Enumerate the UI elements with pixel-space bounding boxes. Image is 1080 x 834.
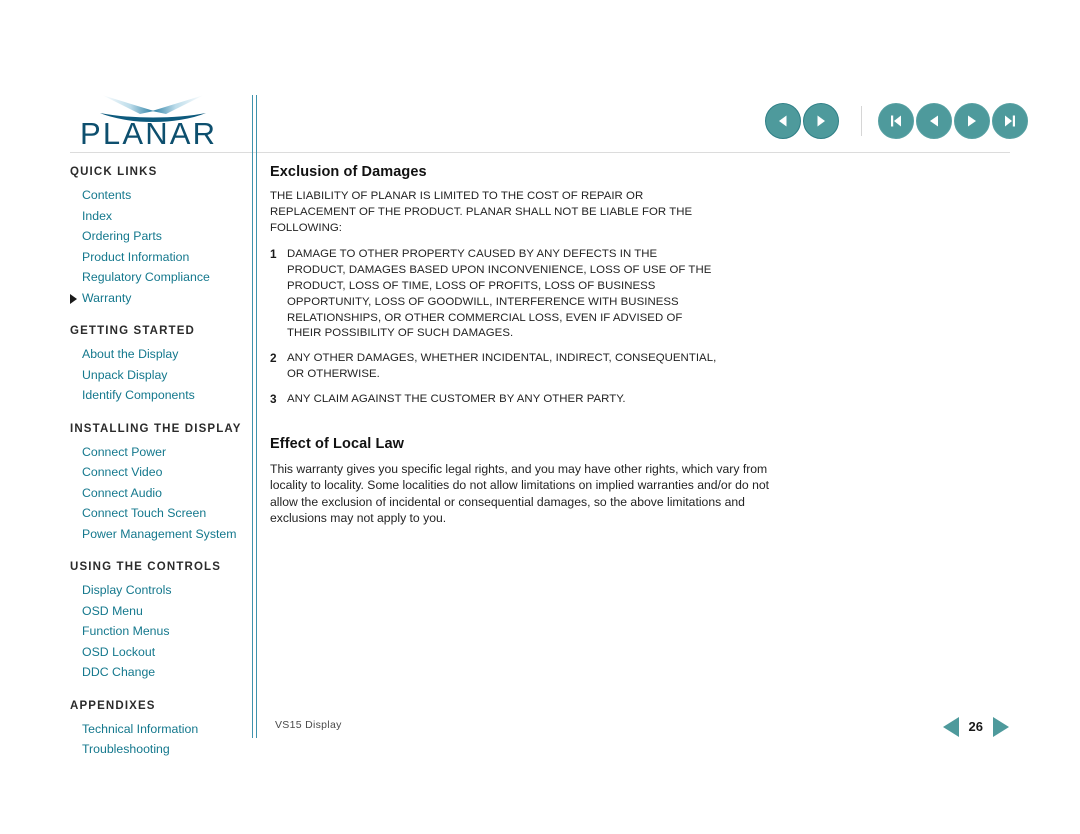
- page-navigation: 26: [940, 714, 1012, 740]
- last-page-button[interactable]: [992, 103, 1028, 139]
- sidebar-section-appendixes: APPENDIXES Technical Information Trouble…: [70, 697, 250, 760]
- sidebar-item-product-information[interactable]: Product Information: [70, 247, 250, 268]
- sidebar-item-about-the-display[interactable]: About the Display: [70, 344, 250, 365]
- exclusion-intro-paragraph: THE LIABILITY OF PLANAR IS LIMITED TO TH…: [270, 190, 693, 234]
- sidebar-item-technical-information[interactable]: Technical Information: [70, 719, 250, 740]
- sidebar-item-index[interactable]: Index: [70, 206, 250, 227]
- sidebar-section-using-the-controls: USING THE CONTROLS Display Controls OSD …: [70, 558, 250, 683]
- sidebar-header-quick-links: QUICK LINKS: [70, 166, 158, 178]
- document-page: PLANAR QUICK LINKS Contents Index Orderi…: [0, 0, 1080, 834]
- effect-of-local-law-paragraph: This warranty gives you specific legal r…: [270, 461, 770, 526]
- sidebar-item-osd-menu[interactable]: OSD Menu: [70, 601, 250, 622]
- sidebar-navigation: QUICK LINKS Contents Index Ordering Part…: [70, 163, 250, 762]
- triangle-right-icon: [817, 115, 825, 127]
- planar-logo-svg: PLANAR: [80, 95, 217, 150]
- triangle-right-icon: [968, 115, 976, 127]
- sidebar-item-connect-power[interactable]: Connect Power: [70, 442, 250, 463]
- next-page-arrow[interactable]: [990, 714, 1012, 740]
- page-number: 26: [968, 719, 983, 734]
- nav-separator: [861, 106, 862, 136]
- sidebar-item-function-menus[interactable]: Function Menus: [70, 621, 250, 642]
- sidebar-item-connect-audio[interactable]: Connect Audio: [70, 483, 250, 504]
- previous-page-arrow[interactable]: [940, 714, 962, 740]
- page-nav-group: [878, 103, 1030, 139]
- forward-button[interactable]: [803, 103, 839, 139]
- back-button[interactable]: [765, 103, 801, 139]
- sidebar-header-appendixes: APPENDIXES: [70, 699, 156, 712]
- sidebar-item-osd-lockout[interactable]: OSD Lockout: [70, 642, 250, 663]
- section-title-exclusion-of-damages: Exclusion of Damages: [270, 164, 427, 180]
- skip-to-last-icon: [1005, 115, 1015, 127]
- first-page-button[interactable]: [878, 103, 914, 139]
- triangle-left-icon: [779, 115, 787, 127]
- skip-to-first-icon: [891, 115, 901, 127]
- sidebar-header-installing-the-display: INSTALLING THE DISPLAY: [70, 422, 242, 435]
- sidebar-section-installing-the-display: INSTALLING THE DISPLAY Connect Power Con…: [70, 420, 250, 545]
- planar-logo[interactable]: PLANAR: [80, 92, 240, 150]
- sidebar-divider: [252, 95, 257, 738]
- main-content: Exclusion of Damages THE LIABILITY OF PL…: [270, 163, 770, 527]
- header-divider: [70, 152, 1010, 153]
- section-title-effect-of-local-law: Effect of Local Law: [270, 435, 405, 452]
- next-page-button[interactable]: [954, 103, 990, 139]
- exclusion-numbered-list: 1 DAMAGE TO OTHER PROPERTY CAUSED BY ANY…: [270, 247, 770, 407]
- document-label: VS15 Display: [275, 719, 342, 731]
- sidebar-item-connect-touch-screen[interactable]: Connect Touch Screen: [70, 503, 250, 524]
- sidebar-item-connect-video[interactable]: Connect Video: [70, 462, 250, 483]
- list-item-text: DAMAGE TO OTHER PROPERTY CAUSED BY ANY D…: [287, 248, 712, 340]
- previous-page-button[interactable]: [916, 103, 952, 139]
- top-navigation-bar: [765, 100, 1030, 142]
- list-item: 2 ANY OTHER DAMAGES, WHETHER INCIDENTAL,…: [270, 351, 770, 383]
- sidebar-header-getting-started: GETTING STARTED: [70, 325, 196, 337]
- list-item-number: 3: [270, 391, 277, 406]
- list-item: 3 ANY CLAIM AGAINST THE CUSTOMER BY ANY …: [270, 392, 770, 408]
- sidebar-item-display-controls[interactable]: Display Controls: [70, 580, 250, 601]
- sidebar-item-contents[interactable]: Contents: [70, 185, 250, 206]
- list-item-text: ANY OTHER DAMAGES, WHETHER INCIDENTAL, I…: [287, 352, 717, 380]
- sidebar-item-troubleshooting[interactable]: Troubleshooting: [70, 739, 250, 760]
- sidebar-item-power-management-system[interactable]: Power Management System: [70, 524, 250, 545]
- sidebar-section-quick-links: QUICK LINKS Contents Index Ordering Part…: [70, 163, 250, 308]
- sidebar-item-regulatory-compliance[interactable]: Regulatory Compliance: [70, 267, 250, 288]
- logo-wordmark: PLANAR: [80, 116, 217, 150]
- sidebar-item-ddc-change[interactable]: DDC Change: [70, 662, 250, 683]
- list-item-number: 1: [270, 247, 277, 262]
- sidebar-section-getting-started: GETTING STARTED About the Display Unpack…: [70, 322, 250, 406]
- sidebar-item-unpack-display[interactable]: Unpack Display: [70, 365, 250, 386]
- list-item-number: 2: [270, 351, 277, 366]
- triangle-left-icon: [930, 115, 938, 127]
- sidebar-item-warranty[interactable]: Warranty: [70, 288, 250, 309]
- sidebar-header-using-the-controls: USING THE CONTROLS: [70, 561, 222, 573]
- history-nav-group: [765, 103, 841, 139]
- list-item: 1 DAMAGE TO OTHER PROPERTY CAUSED BY ANY…: [270, 247, 770, 342]
- list-item-text: ANY CLAIM AGAINST THE CUSTOMER BY ANY OT…: [287, 392, 626, 405]
- sidebar-item-ordering-parts[interactable]: Ordering Parts: [70, 226, 250, 247]
- sidebar-item-identify-components[interactable]: Identify Components: [70, 385, 250, 406]
